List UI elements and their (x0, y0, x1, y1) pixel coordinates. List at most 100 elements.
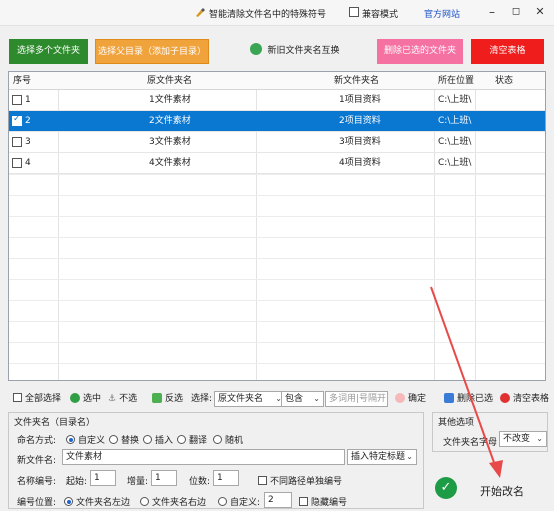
start-rename-button[interactable]: ✓ 开始改名 (428, 471, 548, 507)
separate-path-label: 不同路径单独编号 (270, 477, 343, 487)
minimize-button[interactable]: – (482, 2, 502, 22)
header-original-name[interactable]: 原文件夹名 (147, 72, 192, 90)
position-left-label: 文件夹名左边 (76, 498, 131, 508)
table-row[interactable]: 4 4文件素材 4项目资料 C:\上班\ (9, 153, 545, 174)
mode-random-radio[interactable]: 随机 (213, 433, 243, 446)
delete-selected-folders-button[interactable]: 删除已选的文件夹 (377, 39, 463, 64)
check-circle-icon: ✓ (435, 477, 457, 499)
mode-insert-radio[interactable]: 插入 (143, 433, 173, 446)
new-name-label: 新文件名: (17, 456, 57, 466)
table-row[interactable]: 3 3文件素材 3项目资料 C:\上班\ (9, 132, 545, 153)
clear-table-small-button[interactable]: 清空表格 (500, 390, 549, 408)
row-checkbox[interactable] (12, 137, 22, 147)
confirm-button[interactable]: 确定 (395, 390, 426, 408)
chevron-down-icon: ⌄ (536, 434, 543, 443)
invert-selection-button[interactable]: 反选 (152, 390, 183, 408)
cell-new-name: 3项目资料 (339, 137, 381, 147)
new-name-input[interactable]: 文件素材 (62, 449, 345, 465)
naming-panel: 文件夹名（目录名） 命名方式: 自定义 替换 插入 翻译 随机 新文件名: 文件… (8, 412, 424, 509)
digits-input[interactable]: 1 (213, 470, 239, 486)
insert-title-value: 插入特定标题 (351, 452, 406, 462)
select-all-checkbox[interactable] (13, 393, 22, 402)
step-label: 增量: (127, 477, 149, 487)
cell-original-name: 4文件素材 (149, 158, 191, 168)
match-mode-dropdown[interactable]: 包含 ⌄ (281, 391, 324, 407)
naming-mode-label: 命名方式: (17, 436, 57, 446)
insert-title-dropdown[interactable]: 插入特定标题 ⌄ (347, 449, 417, 465)
mode-random-label: 随机 (225, 436, 244, 446)
select-field-dropdown[interactable]: 原文件夹名 ⌄ (214, 391, 286, 407)
letter-case-dropdown[interactable]: 不改变 ⌄ (499, 431, 547, 447)
compat-mode-label[interactable]: 兼容模式 (362, 7, 398, 20)
cell-location: C:\上班\ (438, 158, 472, 168)
header-status[interactable]: 状态 (495, 72, 513, 90)
separate-path-numbering-option[interactable]: 不同路径单独编号 (258, 474, 342, 487)
row-checkbox[interactable] (12, 158, 22, 168)
keywords-input[interactable]: 多词用|号隔开 (325, 391, 388, 407)
compat-mode-checkbox[interactable] (349, 7, 359, 17)
position-left-radio[interactable]: 文件夹名左边 (64, 495, 130, 508)
header-index[interactable]: 序号 (13, 72, 31, 90)
official-site-link[interactable]: 官方网站 (424, 7, 460, 20)
start-number-input[interactable]: 1 (90, 470, 116, 486)
position-custom-radio[interactable]: 自定义: (218, 495, 260, 508)
mode-replace-radio[interactable]: 替换 (109, 433, 139, 446)
position-right-label: 文件夹名右边 (152, 498, 207, 508)
clear-icon (500, 393, 510, 403)
step-input[interactable]: 1 (151, 470, 177, 486)
cell-index: 2 (25, 116, 31, 126)
selection-bar: 全部选择 选中 ⚓ 不选 反选 选择: 原文件夹名 ⌄ 包含 ⌄ 多词用|号隔开 确定… (8, 390, 550, 410)
select-field-value: 原文件夹名 (218, 394, 264, 404)
cell-location: C:\上班\ (438, 116, 472, 126)
mode-translate-label: 翻译 (189, 436, 208, 446)
table-row[interactable]: 1 1文件素材 1项目资料 C:\上班\ (9, 90, 545, 111)
table-row[interactable]: 2 2文件素材 2项目资料 C:\上班\ (9, 111, 545, 132)
select-checked-label: 选中 (83, 394, 102, 404)
mode-custom-radio[interactable]: 自定义 (66, 433, 105, 446)
check-icon (70, 393, 80, 403)
maximize-button[interactable]: ◻ (506, 2, 526, 22)
select-checked-button[interactable]: 选中 (70, 390, 101, 408)
row-checkbox[interactable] (12, 114, 22, 126)
row-checkbox[interactable] (12, 95, 22, 105)
position-right-radio[interactable]: 文件夹名右边 (140, 495, 206, 508)
select-folders-button[interactable]: 选择多个文件夹 (9, 39, 88, 64)
match-mode-value: 包含 (285, 394, 304, 404)
hide-number-label: 隐藏编号 (311, 498, 348, 508)
clear-table-button[interactable]: 清空表格 (471, 39, 544, 64)
swap-names-label: 新旧文件夹名互换 (267, 46, 340, 56)
swap-names-button[interactable]: 新旧文件夹名互换 (245, 39, 345, 64)
folder-table[interactable]: 序号 原文件夹名 新文件夹名 所在位置 状态 1 1文件素材 1项目资料 C:\… (8, 71, 546, 381)
delete-checked-button[interactable]: 删除已选 (444, 390, 493, 408)
hide-number-option[interactable]: 隐藏编号 (299, 495, 347, 508)
digits-label: 位数: (189, 477, 211, 487)
close-button[interactable]: ✕ (530, 2, 550, 22)
custom-position-input[interactable]: 2 (264, 492, 292, 508)
unselect-button[interactable]: ⚓ 不选 (108, 390, 137, 408)
window-title: 智能清除文件名中的特殊符号 (209, 10, 327, 20)
select-parent-dir-button[interactable]: 选择父目录（添加子目录） (95, 39, 209, 64)
delete-icon (444, 393, 454, 403)
hide-number-checkbox[interactable] (299, 497, 308, 506)
mode-insert-label: 插入 (155, 436, 174, 446)
cell-original-name: 1文件素材 (149, 95, 191, 105)
mode-translate-radio[interactable]: 翻译 (177, 433, 207, 446)
invert-icon (152, 393, 162, 403)
header-new-name[interactable]: 新文件夹名 (334, 72, 379, 90)
header-location[interactable]: 所在位置 (438, 72, 474, 90)
cell-index: 4 (25, 158, 31, 168)
chevron-down-icon: ⌄ (406, 452, 413, 461)
separate-path-checkbox[interactable] (258, 476, 267, 485)
cell-original-name: 2文件素材 (149, 116, 191, 126)
select-all-label: 全部选择 (25, 394, 62, 404)
table-header: 序号 原文件夹名 新文件夹名 所在位置 状态 (9, 72, 545, 90)
anchor-icon: ⚓ (108, 394, 117, 404)
select-all-option[interactable]: 全部选择 (13, 390, 61, 408)
brush-icon (196, 8, 205, 17)
select-by-label: 选择: (191, 394, 213, 404)
letter-case-label: 文件夹名字母 (443, 438, 498, 448)
naming-group-title: 文件夹名（目录名） (14, 418, 96, 428)
other-options-title: 其他选项 (438, 418, 475, 428)
cell-new-name: 2项目资料 (339, 116, 381, 126)
start-label: 起始: (66, 477, 88, 487)
